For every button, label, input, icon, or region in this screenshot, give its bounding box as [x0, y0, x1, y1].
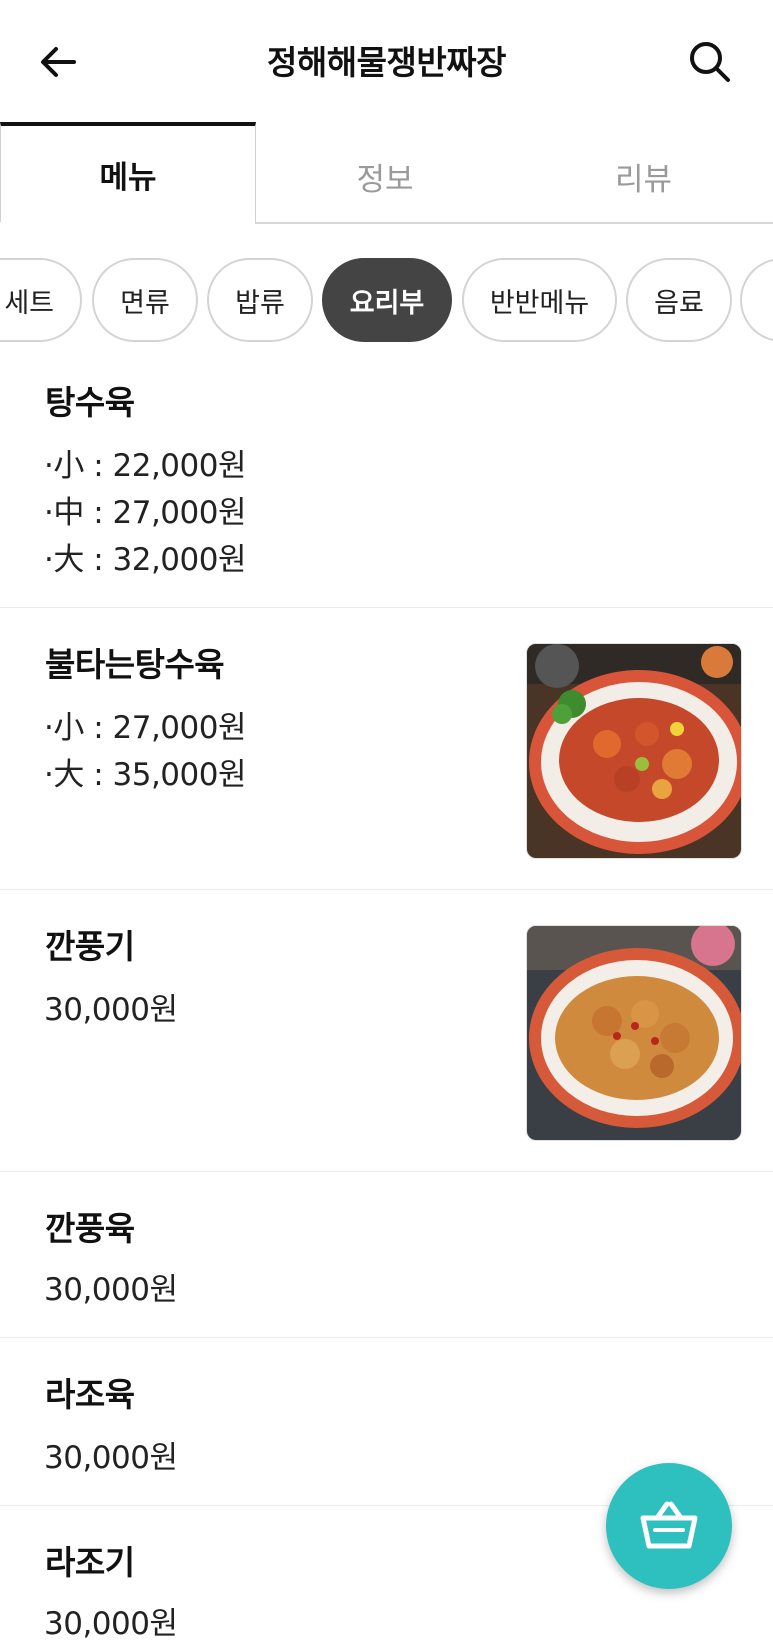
sweet-and-sour-pork-image — [527, 644, 741, 858]
menu-item-image — [526, 643, 742, 859]
chip-half-half[interactable]: 반반메뉴 — [462, 258, 617, 342]
tab-info[interactable]: 정보 — [256, 126, 514, 226]
menu-item-price: ·中 : 27,000원 — [44, 495, 247, 531]
chip-drinks[interactable]: 음료 — [626, 258, 732, 342]
tab-reviews[interactable]: 리뷰 — [514, 126, 773, 226]
chip-set[interactable]: 세트 — [0, 258, 82, 342]
chip-next[interactable] — [740, 258, 773, 342]
app-header: 정해해물쟁반짜장 — [0, 0, 773, 124]
menu-item-price: ·大 : 35,000원 — [44, 757, 247, 793]
chip-noodles[interactable]: 면류 — [92, 258, 198, 342]
menu-item-name: 깐풍육 — [45, 1209, 135, 1248]
menu-item-name: 라조육 — [45, 1375, 135, 1414]
menu-item[interactable]: 깐풍육 30,000원 — [0, 1172, 773, 1338]
kkanpunggi-image — [527, 926, 741, 1140]
search-button[interactable] — [686, 38, 734, 86]
basket-icon — [640, 1501, 698, 1549]
menu-item-price: 30,000원 — [44, 992, 178, 1028]
chip-rice[interactable]: 밥류 — [207, 258, 313, 342]
menu-item-price: 30,000원 — [44, 1272, 178, 1308]
menu-item-price: ·小 : 27,000원 — [44, 710, 247, 746]
menu-item-name: 깐풍기 — [45, 927, 135, 966]
menu-item-price: ·小 : 22,000원 — [44, 448, 247, 484]
menu-item-price: 30,000원 — [44, 1606, 178, 1642]
menu-item-image — [526, 925, 742, 1141]
category-chip-bar[interactable]: 세트 면류 밥류 요리부 반반메뉴 음료 — [0, 258, 773, 344]
store-title: 정해해물쟁반짜장 — [267, 43, 506, 82]
menu-item[interactable]: 불타는탕수육 ·小 : 27,000원 ·大 : 35,000원 — [0, 608, 773, 890]
tab-bar: 메뉴 정보 리뷰 — [0, 122, 773, 226]
menu-item-name: 탕수육 — [45, 383, 135, 422]
tab-menu[interactable]: 메뉴 — [0, 122, 256, 222]
menu-item-name: 라조기 — [45, 1543, 135, 1582]
menu-item-name: 불타는탕수육 — [45, 645, 225, 684]
cart-button[interactable] — [606, 1463, 732, 1589]
search-icon — [690, 42, 730, 82]
menu-item[interactable]: 탕수육 ·小 : 22,000원 ·中 : 27,000원 ·大 : 32,00… — [0, 350, 773, 608]
tab-divider — [255, 222, 773, 224]
menu-item-price: 30,000원 — [44, 1440, 178, 1476]
chip-dishes[interactable]: 요리부 — [322, 258, 452, 342]
menu-item[interactable]: 깐풍기 30,000원 — [0, 890, 773, 1172]
menu-item-price: ·大 : 32,000원 — [44, 542, 247, 578]
